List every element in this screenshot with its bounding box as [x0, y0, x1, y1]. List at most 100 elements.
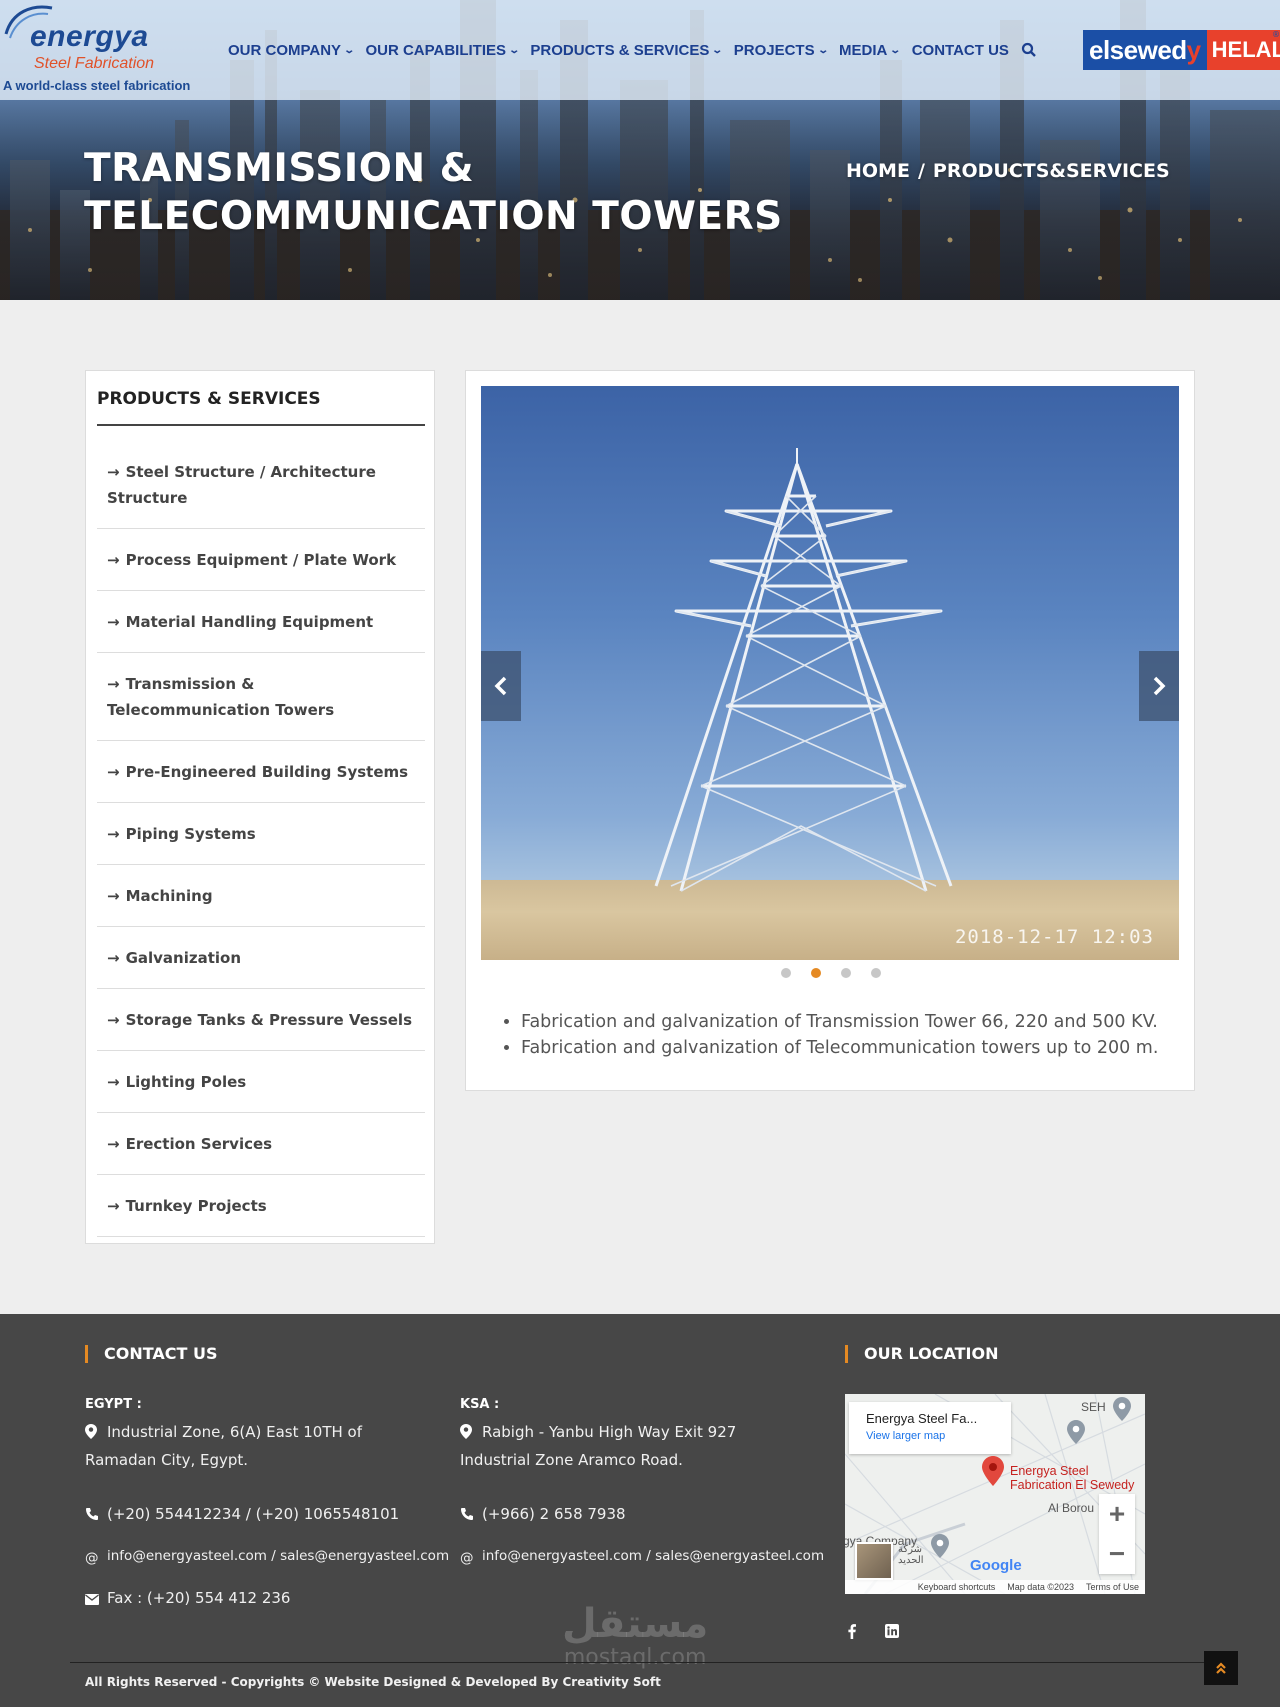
at-sign-icon: @ — [460, 1550, 474, 1566]
map-label-al-borou: Al Borou — [1048, 1501, 1095, 1515]
footer-divider — [70, 1662, 1210, 1663]
sidebar-item-lighting-poles[interactable]: → Lighting Poles — [97, 1051, 425, 1113]
sidebar-item-label: Material Handling Equipment — [125, 613, 374, 631]
ksa-email-text[interactable]: info@energyasteel.com / sales@energyaste… — [482, 1548, 824, 1564]
sidebar-item-steel-structure[interactable]: → Steel Structure / Architecture Structur… — [97, 441, 425, 529]
sidebar-item-label: Machining — [125, 887, 213, 905]
ksa-phone-text: (+966) 2 658 7938 — [482, 1505, 626, 1523]
nav-our-company[interactable]: OUR COMPANY ⌄ — [228, 41, 356, 59]
nav-projects[interactable]: PROJECTS ⌄ — [733, 41, 829, 59]
site-footer: CONTACT US OUR LOCATION EGYPT : Industri… — [0, 1314, 1280, 1707]
elsewedy-helal-logo[interactable]: elsewedy HELAL — [1083, 30, 1280, 70]
google-logo: Google — [970, 1557, 1022, 1574]
sidebar-item-material-handling[interactable]: → Material Handling Equipment — [97, 591, 425, 653]
arrow-right-icon: → — [107, 463, 120, 481]
keyboard-shortcuts-link[interactable]: Keyboard shortcuts — [918, 1580, 996, 1594]
map-zoom-controls: + − — [1099, 1494, 1135, 1574]
breadcrumb-home[interactable]: HOME — [846, 160, 910, 182]
view-larger-map-link[interactable]: View larger map — [866, 1430, 1011, 1442]
breadcrumb-products-services[interactable]: PRODUCTS&SERVICES — [933, 160, 1170, 182]
sidebar-item-label: Steel Structure / Architecture Structure — [107, 463, 376, 507]
breadcrumb: HOME / PRODUCTS&SERVICES — [846, 160, 1170, 182]
photo-timestamp: 2018-12-17 12:03 — [954, 926, 1154, 948]
egypt-fax-text: Fax : (+20) 554 412 236 — [107, 1589, 291, 1607]
logo-tagline: A world-class steel fabrication — [3, 78, 191, 93]
logo-wordmark: energya — [30, 20, 149, 53]
map-pin-grey-icon — [1113, 1397, 1131, 1421]
satellite-thumbnail[interactable] — [855, 1542, 893, 1580]
carousel-slide[interactable]: 2018-12-17 12:03 — [481, 386, 1179, 960]
footer-location-heading: OUR LOCATION — [845, 1345, 998, 1363]
brand-elsewedy: elsewedy — [1083, 30, 1207, 70]
transmission-tower-image — [654, 448, 953, 892]
map-pin-red-icon — [982, 1456, 1004, 1486]
egypt-email: @ info@energyasteel.com / sales@energyast… — [85, 1543, 449, 1571]
map-pin-label: Energya Steel Fabrication El Sewedy — [1010, 1464, 1134, 1492]
carousel-dot-4[interactable] — [871, 968, 881, 978]
carousel-dot-3[interactable] — [841, 968, 851, 978]
sidebar-item-pre-engineered[interactable]: → Pre-Engineered Building Systems — [97, 741, 425, 803]
linkedin-icon[interactable] — [883, 1622, 901, 1640]
nav-media[interactable]: MEDIA ⌄ — [839, 42, 902, 59]
search-icon[interactable] — [1021, 42, 1037, 58]
zoom-in-button[interactable]: + — [1099, 1494, 1135, 1534]
map-pin-label-line-1: Energya Steel — [1010, 1464, 1089, 1478]
page-title-line-2: TELECOMMUNICATION TOWERS — [84, 194, 783, 239]
chevron-down-icon: ⌄ — [343, 44, 356, 56]
map-info-card: Energya Steel Fa... View larger map — [849, 1402, 1011, 1454]
sidebar-item-label: Transmission & Telecommunication Towers — [107, 675, 335, 719]
ksa-label: KSA : — [460, 1397, 500, 1412]
chevron-down-icon: ⌄ — [889, 44, 902, 56]
ksa-address-text: Rabigh - Yanbu High Way Exit 927 Industr… — [460, 1423, 737, 1469]
back-to-top-button[interactable] — [1204, 1651, 1238, 1685]
page-title: TRANSMISSION & TELECOMMUNICATION TOWERS — [84, 145, 783, 241]
carousel-dot-1[interactable] — [781, 968, 791, 978]
carousel-next-button[interactable] — [1139, 651, 1179, 721]
sidebar-item-machining[interactable]: → Machining — [97, 865, 425, 927]
sidebar-item-piping-systems[interactable]: → Piping Systems — [97, 803, 425, 865]
sidebar-item-label: Storage Tanks & Pressure Vessels — [125, 1011, 412, 1029]
sidebar-item-galvanization[interactable]: → Galvanization — [97, 927, 425, 989]
facebook-icon[interactable] — [843, 1622, 861, 1640]
egypt-address-text: Industrial Zone, 6(A) East 10TH of Ramad… — [85, 1423, 363, 1469]
sidebar-item-process-equipment[interactable]: → Process Equipment / Plate Work — [97, 529, 425, 591]
nav-contact-us[interactable]: CONTACT US — [912, 42, 1009, 59]
sidebar-item-transmission-towers[interactable]: → Transmission & Telecommunication Towers — [97, 653, 425, 741]
sidebar-item-label: Turnkey Projects — [125, 1197, 267, 1215]
sidebar-item-turnkey-projects[interactable]: → Turnkey Projects — [97, 1175, 425, 1237]
location-map[interactable]: Energya Steel Fa... View larger map SEH … — [845, 1394, 1145, 1594]
carousel-dots — [466, 968, 1196, 978]
map-pin-grey-icon — [1067, 1420, 1085, 1444]
arrow-right-icon: → — [107, 949, 120, 967]
map-attribution-bar: Keyboard shortcuts Map data ©2023 Terms … — [845, 1580, 1145, 1594]
energya-logo[interactable]: energya Steel Fabrication A world-class … — [2, 4, 202, 94]
nav-label: OUR CAPABILITIES — [365, 41, 507, 59]
map-pin-grey-icon — [931, 1534, 949, 1558]
sidebar-item-label: Galvanization — [125, 949, 242, 967]
sidebar-product-list: → Steel Structure / Architecture Structur… — [97, 441, 425, 1237]
egypt-label: EGYPT : — [85, 1397, 142, 1412]
phone-icon — [460, 1503, 474, 1529]
nav-products-services[interactable]: PRODUCTS & SERVICES ⌄ — [530, 42, 723, 59]
sidebar-item-erection-services[interactable]: → Erection Services — [97, 1113, 425, 1175]
sidebar-item-label: Lighting Poles — [125, 1073, 247, 1091]
arrow-right-icon: → — [107, 887, 120, 905]
sidebar-item-storage-tanks[interactable]: → Storage Tanks & Pressure Vessels — [97, 989, 425, 1051]
envelope-icon — [85, 1587, 99, 1613]
description-item: Fabrication and galvanization of Telecom… — [521, 1035, 1158, 1061]
egypt-fax: Fax : (+20) 554 412 236 — [85, 1585, 290, 1613]
carousel-prev-button[interactable] — [481, 651, 521, 721]
at-sign-icon: @ — [85, 1550, 99, 1566]
terms-of-use-link[interactable]: Terms of Use — [1086, 1580, 1139, 1594]
brand-elsewedy-text: elsewed — [1089, 35, 1187, 65]
products-sidebar: PRODUCTS & SERVICES → Steel Structure / A… — [85, 370, 435, 1244]
logo-subtitle: Steel Fabrication — [34, 55, 155, 72]
page-title-line-1: TRANSMISSION & — [84, 146, 475, 191]
zoom-out-button[interactable]: − — [1099, 1534, 1135, 1574]
egypt-email-text[interactable]: info@energyasteel.com / sales@energyaste… — [107, 1548, 449, 1564]
carousel-dot-2[interactable] — [811, 968, 821, 978]
nav-label: OUR COMPANY — [228, 41, 342, 59]
nav-our-capabilities[interactable]: OUR CAPABILITIES ⌄ — [365, 41, 520, 59]
sidebar-title: PRODUCTS & SERVICES — [97, 389, 321, 409]
nav-label: PROJECTS — [733, 41, 815, 59]
